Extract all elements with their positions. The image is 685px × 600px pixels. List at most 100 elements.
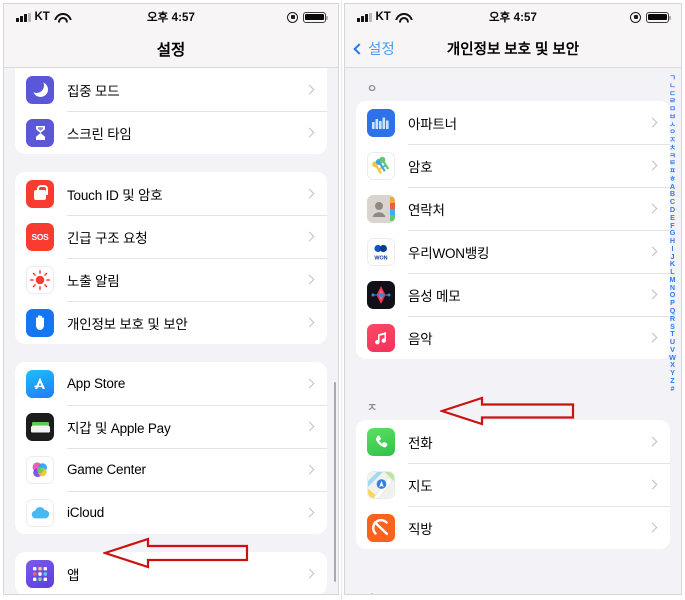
chevron-right-icon [304,568,315,579]
row-label: 전화 [408,435,433,451]
list-item-zigbang[interactable]: 직방 [356,506,670,549]
section-header-ieung: ㅇ [367,83,378,95]
battery-icon [303,11,329,23]
touch-id-icon [26,179,54,208]
phone-icon [367,427,395,456]
svg-text:WON: WON [374,255,387,261]
settings-group-apps: 앱 [15,552,327,594]
row-label: 앱 [67,567,80,583]
list-item-music[interactable]: 음악 [356,316,670,359]
list-item-maps[interactable]: 지도 [356,463,670,506]
chevron-right-icon [647,436,658,447]
section-header-jieut: ㅈ [367,402,378,414]
chevron-right-icon [304,464,315,475]
row-label: 직방 [408,521,433,537]
chevron-right-icon [647,522,658,533]
chevron-right-icon [304,507,315,518]
list-item-woori-won-banking[interactable]: WON 우리WON뱅킹 [356,230,670,273]
sidebar-item-privacy-security[interactable]: 개인정보 보호 및 보안 [15,301,327,344]
chevron-right-icon [304,188,315,199]
status-right-cluster [287,11,329,23]
settings-group-focus: 집중 모드 스크린 타임 [15,68,327,154]
left-phone-screen: KT 오후 4:57 설정 집중 모드 스크린 타임 Touch ID 및 암호… [4,4,338,594]
list-item-passwords[interactable]: 암호 [356,144,670,187]
row-label: 긴급 구조 요청 [67,230,148,246]
right-nav-bar: 설정 개인정보 보호 및 보안 [345,30,681,68]
chevron-right-icon [304,421,315,432]
row-label: Touch ID 및 암호 [67,187,163,203]
right-phone-screen: KT 오후 4:57 설정 개인정보 보호 및 보안 ㅇ 아파트너 암호 연락처… [345,4,681,594]
chevron-left-icon [353,42,365,55]
sidebar-item-screen-time[interactable]: 스크린 타임 [15,111,327,154]
row-label: 연락처 [408,202,445,218]
sidebar-item-apps[interactable]: 앱 [15,552,327,594]
list-item-contacts[interactable]: 연락처 [356,187,670,230]
right-status-bar: KT 오후 4:57 [345,4,681,30]
app-group-jieut: 전화 지도 직방 [356,420,670,549]
row-label: 아파트너 [408,116,457,132]
section-index-bar[interactable]: ㄱㄴㄷㄹㅁㅂㅅㅇㅈㅊㅋㅌㅍㅎABCDEFGHIJKLMNOPQRSTUVWXYZ… [666,74,679,392]
left-phone-panel: KT 오후 4:57 설정 집중 모드 스크린 타임 Touch ID 및 암호… [0,0,342,600]
section-header-chieut: ㅊ [345,589,681,594]
row-label: 스크린 타임 [67,126,132,142]
chevron-right-icon [304,378,315,389]
row-label: App Store [67,376,126,391]
chevron-right-icon [304,274,315,285]
screen-lock-icon [630,11,641,23]
chevron-right-icon [647,246,658,257]
row-label: iCloud [67,505,105,520]
zigbang-app-icon [367,513,395,542]
chevron-right-icon [647,479,658,490]
chevron-right-icon [647,289,658,300]
sidebar-item-emergency-sos[interactable]: SOS 긴급 구조 요청 [15,215,327,258]
list-item-voice-memos[interactable]: 음성 메모 [356,273,670,316]
row-label: 음악 [408,331,433,347]
icloud-icon [26,498,54,527]
app-group-ieung: 아파트너 암호 연락처 WON 우리WON뱅킹 음성 메모 음악 [356,101,670,359]
back-button-label: 설정 [368,42,395,58]
sidebar-item-focus-mode[interactable]: 집중 모드 [15,68,327,111]
screen-time-icon [26,118,54,147]
left-status-bar: KT 오후 4:57 [4,4,338,30]
contacts-icon [367,194,395,223]
row-label: 우리WON뱅킹 [408,245,490,261]
left-scroll-content[interactable]: 집중 모드 스크린 타임 Touch ID 및 암호 SOS 긴급 구조 요청 … [4,68,338,594]
chevron-right-icon [304,127,315,138]
list-item-apartner[interactable]: 아파트너 [356,101,670,144]
chevron-right-icon [304,317,315,328]
chevron-right-icon [304,84,315,95]
settings-group-services: App Store 지갑 및 Apple Pay Game Center iCl… [15,362,327,534]
screenshot-stage: KT 오후 4:57 설정 집중 모드 스크린 타임 Touch ID 및 암호… [0,0,685,600]
screen-lock-icon [287,11,298,23]
chevron-right-icon [647,203,658,214]
row-label: Game Center [67,462,146,477]
emergency-sos-icon: SOS [26,222,54,251]
row-label: 지도 [408,478,433,494]
back-button[interactable]: 설정 [345,38,395,59]
sidebar-item-exposure-notifications[interactable]: 노출 알림 [15,258,327,301]
right-scroll-content[interactable]: ㅇ 아파트너 암호 연락처 WON 우리WON뱅킹 음성 메모 음악 ㅈ 전화 … [345,68,681,594]
sidebar-item-game-center[interactable]: Game Center [15,448,327,491]
privacy-security-icon [26,308,54,337]
sidebar-item-icloud[interactable]: iCloud [15,491,327,534]
focus-mode-icon [26,75,54,104]
index-entry[interactable]: # [671,384,675,393]
settings-group-security: Touch ID 및 암호 SOS 긴급 구조 요청 노출 알림 개인정보 보호… [15,172,327,344]
left-vertical-scrollbar[interactable] [333,382,336,582]
passwords-icon [367,151,395,180]
sidebar-item-wallet-apple-pay[interactable]: 지갑 및 Apple Pay [15,405,327,448]
page-title: 설정 [156,41,186,59]
row-label: 지갑 및 Apple Pay [67,420,171,436]
sidebar-item-touch-id[interactable]: Touch ID 및 암호 [15,172,327,215]
woori-won-banking-icon: WON [367,237,395,266]
left-nav-bar: 설정 [4,30,338,68]
row-label: 집중 모드 [67,83,120,99]
chevron-right-icon [304,231,315,242]
sidebar-item-app-store[interactable]: App Store [15,362,327,405]
right-phone-panel: KT 오후 4:57 설정 개인정보 보호 및 보안 ㅇ 아파트너 암호 연락처… [342,0,684,600]
voice-memos-icon [367,280,395,309]
row-label: 암호 [408,159,433,175]
music-icon [367,323,395,352]
list-item-phone[interactable]: 전화 [356,420,670,463]
